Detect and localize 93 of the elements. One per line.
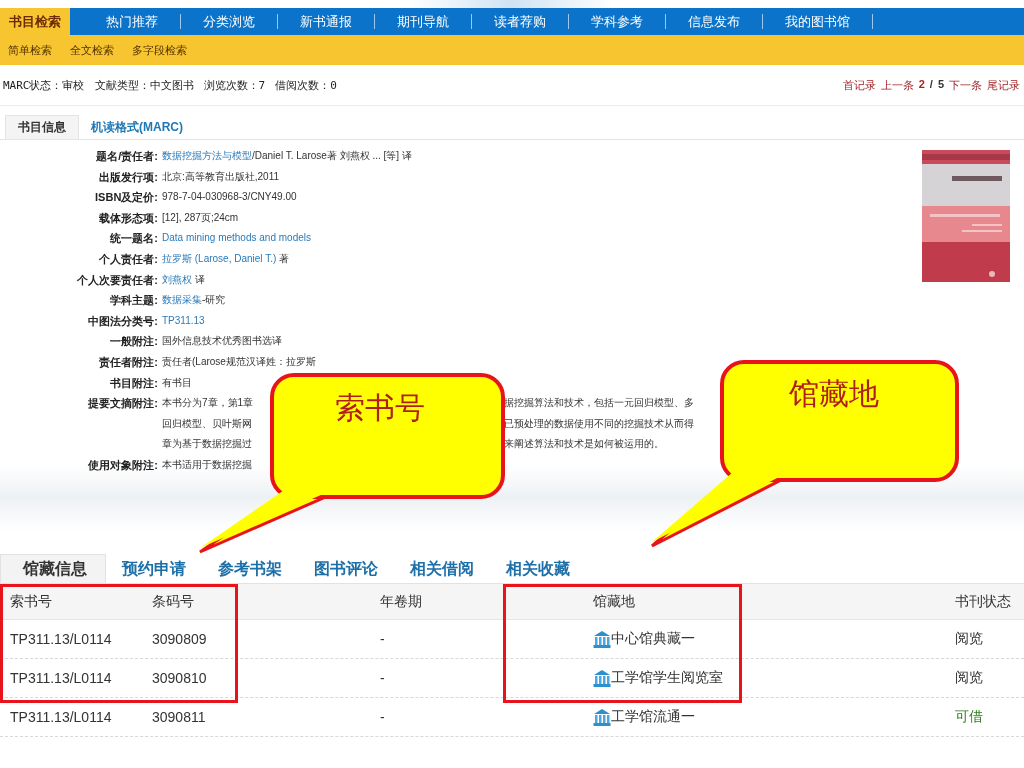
record-info-text: MARC状态：审校 bbox=[3, 77, 85, 93]
field-link[interactable]: 数据挖掘方法与模型 bbox=[162, 150, 252, 161]
holdings-tab[interactable]: 参考书架 bbox=[202, 555, 298, 583]
field-value: 国外信息技术优秀图书选译 bbox=[162, 335, 282, 347]
column-header: 条码号 bbox=[152, 592, 195, 611]
holdings-tab[interactable]: 馆藏信息 bbox=[0, 554, 106, 583]
nav-tab[interactable]: 学科参考 bbox=[569, 14, 666, 29]
location-text: 中心馆典藏一 bbox=[611, 630, 695, 648]
field-label: 载体形态项: bbox=[98, 210, 158, 226]
location-text: 工学馆学生阅览室 bbox=[611, 669, 723, 687]
field-value: /Daniel T. Larose著 刘燕权 ... [等] 译 bbox=[252, 150, 412, 161]
status-text: 可借 bbox=[955, 708, 984, 726]
abstract-text: 章为基于数据挖掘过 bbox=[162, 437, 253, 452]
field-label: 个人次要责任者: bbox=[76, 272, 158, 288]
nav-tab[interactable]: 信息发布 bbox=[666, 14, 763, 29]
subnav-link[interactable]: 多字段检索 bbox=[132, 42, 187, 58]
field-value: 著 bbox=[278, 252, 290, 264]
status-text: 阅览 bbox=[955, 630, 984, 648]
field-link[interactable]: TP311.13 bbox=[162, 314, 205, 326]
location-text: 工学馆流通一 bbox=[611, 708, 695, 726]
status-text: 阅览 bbox=[955, 669, 984, 687]
current-record-number: 2 bbox=[918, 77, 925, 92]
field-label: 个人责任者: bbox=[98, 251, 158, 267]
column-header: 索书号 bbox=[10, 592, 53, 611]
field-label: 中图法分类号: bbox=[87, 313, 158, 329]
nav-tab[interactable]: 期刊导航 bbox=[375, 14, 472, 29]
next-link[interactable]: 下一条 bbox=[949, 77, 982, 93]
field-value: 有书目 bbox=[162, 376, 192, 388]
field-link[interactable]: 刘燕权 bbox=[162, 273, 192, 285]
barcode-cell-text: 3090811 bbox=[152, 709, 207, 725]
field-label: 书目附注: bbox=[109, 375, 158, 391]
field-label: 题名/责任者: bbox=[95, 149, 158, 164]
field-link[interactable]: Data mining methods and models bbox=[162, 232, 311, 244]
previous-link[interactable]: 上一条 bbox=[880, 77, 914, 93]
field-value: -研究 bbox=[202, 294, 226, 306]
record-tab[interactable]: 机读格式(MARC) bbox=[79, 116, 195, 139]
barcode-cell-text: 3090809 bbox=[152, 631, 208, 647]
call-number-cell-text: TP311.13/L0114 bbox=[10, 670, 113, 686]
call-number-cell-text: TP311.13/L0114 bbox=[10, 709, 113, 725]
field-value: 译 bbox=[193, 273, 205, 285]
record-info-text: 浏览次数：7 bbox=[203, 77, 266, 93]
record-info-text: 借阅次数：0 bbox=[275, 77, 337, 93]
column-header: 馆藏地 bbox=[593, 592, 636, 611]
field-value: [12], 287页;24cm bbox=[162, 211, 239, 223]
nav-tab[interactable]: 我的图书馆 bbox=[763, 14, 873, 29]
volume-cell-text: - bbox=[379, 709, 386, 725]
field-link[interactable]: 拉罗斯 (Larose, Daniel T.) bbox=[162, 252, 277, 264]
abstract-text: 已预处理的数据使用不同的挖掘技术从而得 bbox=[504, 416, 694, 431]
record-info-text: 文献类型：中文图书 bbox=[94, 77, 194, 93]
nav-tab[interactable]: 分类浏览 bbox=[181, 14, 278, 29]
field-value: 北京:高等教育出版社,2011 bbox=[162, 170, 280, 182]
field-value: 责任者(Larose规范汉译姓：拉罗斯 bbox=[162, 355, 316, 367]
nav-tab[interactable]: 新书通报 bbox=[278, 14, 375, 29]
holdings-tab[interactable]: 相关收藏 bbox=[490, 555, 586, 583]
total-records: 5 bbox=[937, 77, 944, 92]
field-link[interactable]: 数据采集 bbox=[162, 294, 202, 306]
abstract-text: 来阐述算法和技术是如何被运用的。 bbox=[504, 437, 665, 452]
nav-tab[interactable]: 读者荐购 bbox=[472, 14, 569, 29]
callout-text: 索书号 bbox=[335, 389, 425, 427]
subnav-link[interactable]: 简单检索 bbox=[8, 42, 52, 58]
pager-separator: / bbox=[929, 77, 933, 92]
column-header: 年卷期 bbox=[379, 592, 423, 611]
callout-text: 馆藏地 bbox=[789, 375, 879, 413]
holdings-tab[interactable]: 预约申请 bbox=[106, 555, 202, 583]
nav-tab[interactable]: 书目检索 bbox=[0, 8, 70, 35]
volume-cell-text: - bbox=[379, 631, 386, 647]
field-label: ISBN及定价: bbox=[94, 190, 158, 206]
first-record-link[interactable]: 首记录 bbox=[842, 77, 876, 93]
call-number-cell-text: TP311.13/L0114 bbox=[10, 631, 113, 647]
holdings-tab[interactable]: 相关借阅 bbox=[394, 555, 490, 583]
field-label: 责任者附注: bbox=[98, 354, 158, 370]
holdings-tab[interactable]: 图书评论 bbox=[298, 555, 394, 583]
column-header: 书刊状态 bbox=[955, 592, 1012, 611]
barcode-cell-text: 3090810 bbox=[152, 670, 208, 686]
field-label: 学科主题: bbox=[109, 293, 158, 309]
abstract-text: 本书适用于数据挖掘 bbox=[162, 457, 253, 472]
field-label: 提要文摘附注: bbox=[87, 396, 158, 412]
last-record-link[interactable]: 尾记录 bbox=[987, 77, 1020, 93]
abstract-text: 回归模型、贝叶斯网 bbox=[162, 416, 253, 431]
field-label: 出版发行项: bbox=[98, 169, 158, 185]
volume-cell-text: - bbox=[379, 670, 386, 686]
subnav-link[interactable]: 全文检索 bbox=[70, 42, 114, 58]
abstract-text: 本书分为7章，第1章 bbox=[162, 396, 255, 411]
field-label: 使用对象附注: bbox=[87, 457, 158, 473]
nav-tab[interactable]: 热门推荐 bbox=[84, 14, 181, 29]
field-label: 统一题名: bbox=[109, 231, 158, 247]
record-tab[interactable]: 书目信息 bbox=[5, 115, 79, 139]
building-icon bbox=[593, 630, 611, 648]
field-label: 一般附注: bbox=[109, 334, 158, 350]
abstract-text: 据挖掘算法和技术，包括一元回归模型、多 bbox=[504, 396, 694, 411]
building-icon bbox=[593, 708, 611, 726]
field-value: 978-7-04-030968-3/CNY49.00 bbox=[162, 191, 297, 203]
building-icon bbox=[593, 669, 611, 687]
